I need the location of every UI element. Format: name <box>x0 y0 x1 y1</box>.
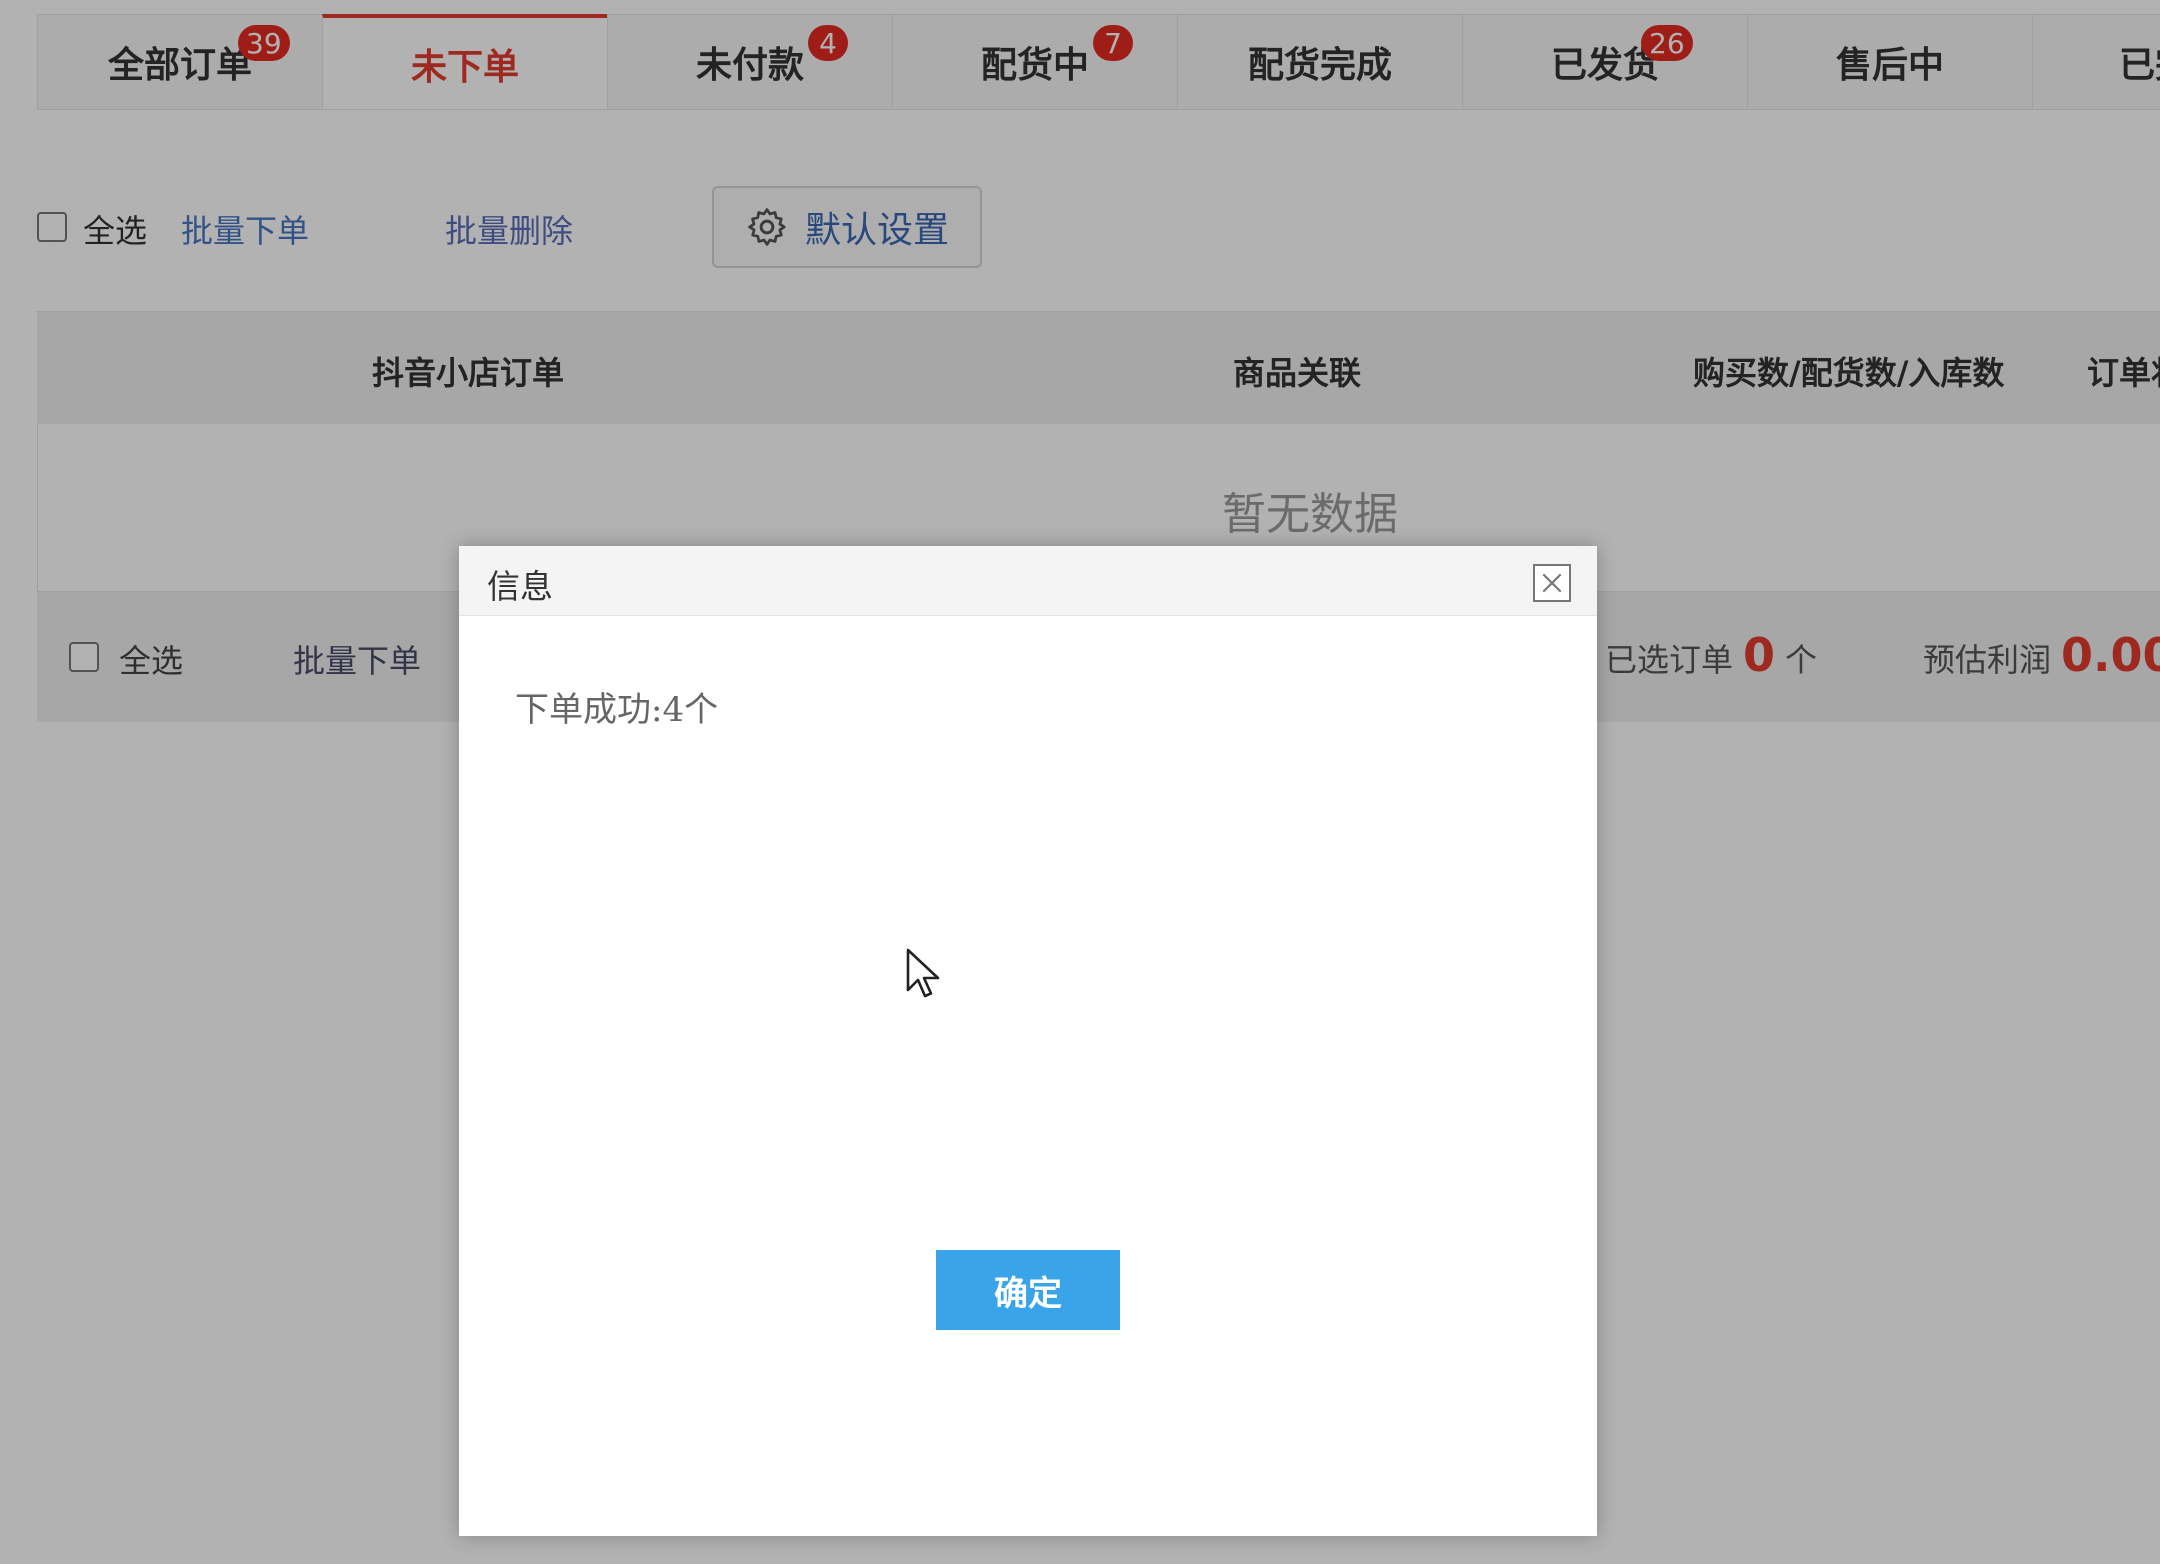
dialog-message: 下单成功:4个 <box>515 690 719 730</box>
close-icon <box>1542 573 1562 593</box>
mouse-cursor-icon <box>906 948 940 998</box>
confirm-button[interactable]: 确定 <box>936 1250 1120 1330</box>
dialog-title: 信息 <box>487 567 553 606</box>
dialog-header: 信息 <box>459 546 1597 616</box>
info-dialog: 信息 下单成功:4个 确定 <box>459 546 1597 1536</box>
close-button[interactable] <box>1533 564 1571 602</box>
